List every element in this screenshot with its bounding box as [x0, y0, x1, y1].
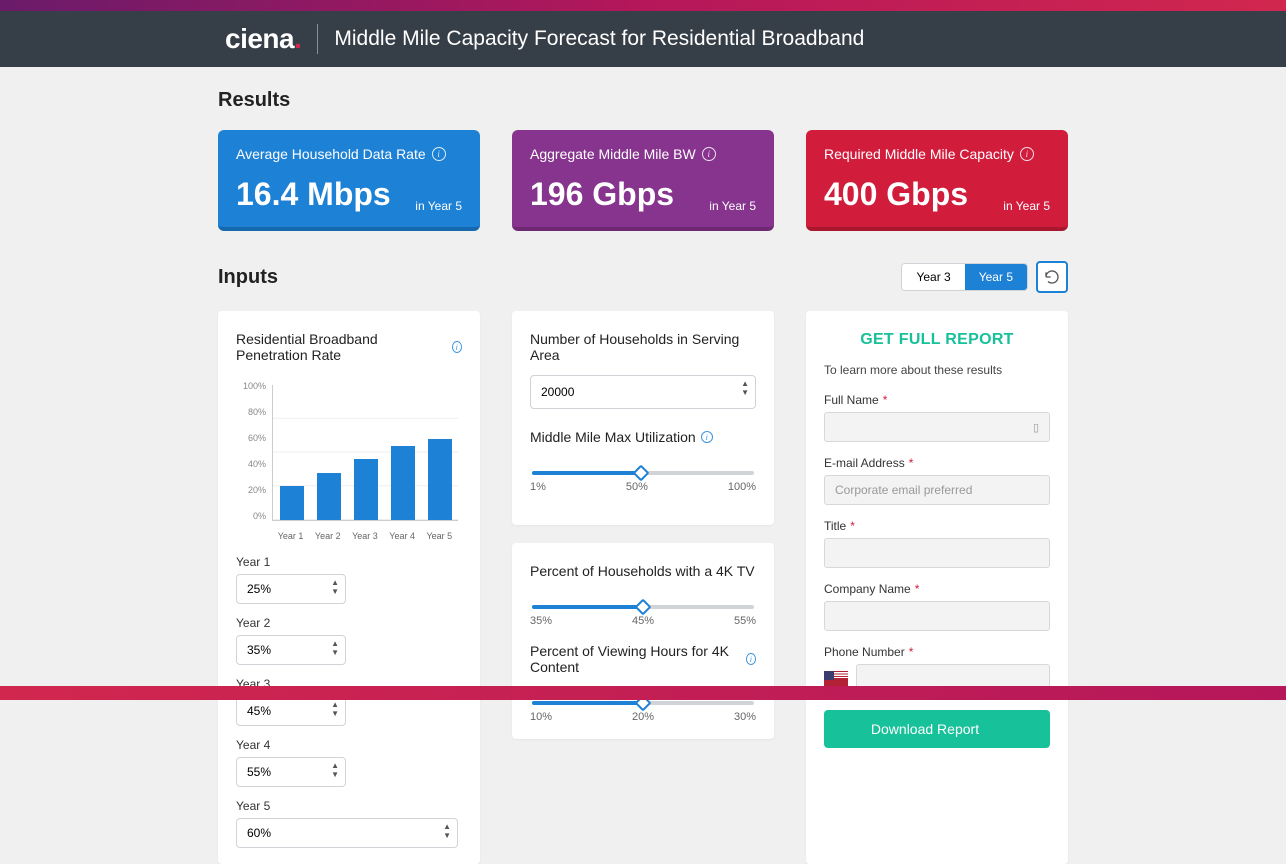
- email-label: E-mail Address: [824, 456, 905, 470]
- tv4k-title: Percent of Households with a 4K TV: [530, 563, 755, 579]
- chart-bar: [317, 473, 341, 520]
- results-heading: Results: [218, 89, 1068, 112]
- contact-icon: ▯: [1033, 421, 1039, 434]
- card-label: Average Household Data Rate: [236, 146, 426, 162]
- step-up-icon: ▲: [331, 578, 339, 587]
- chart-bar: [280, 486, 304, 520]
- fullname-label: Full Name: [824, 393, 879, 407]
- households-title: Number of Households in Serving Area: [530, 331, 756, 363]
- download-icon: [989, 722, 1003, 736]
- toggle-year5[interactable]: Year 5: [965, 264, 1027, 290]
- card-suffix: in Year 5: [709, 199, 756, 213]
- card-label: Required Middle Mile Capacity: [824, 146, 1014, 162]
- panel-report-form: GET FULL REPORT To learn more about thes…: [806, 311, 1068, 864]
- chart-x-axis: Year 1Year 2Year 3Year 4Year 5: [272, 531, 458, 541]
- us-flag-icon[interactable]: [824, 671, 848, 687]
- year5-stepper[interactable]: 60%▲▼: [236, 818, 458, 848]
- info-icon[interactable]: i: [701, 431, 713, 443]
- card-suffix: in Year 5: [1003, 199, 1050, 213]
- phone-label: Phone Number: [824, 645, 905, 659]
- app-header: ciena. Middle Mile Capacity Forecast for…: [0, 11, 1286, 67]
- step-down-icon: ▼: [331, 587, 339, 596]
- report-heading: GET FULL REPORT: [824, 331, 1050, 349]
- chart-y-axis: 100%80%60%40%20%0%: [236, 381, 270, 521]
- utilization-slider[interactable]: [532, 471, 754, 475]
- year1-label: Year 1: [236, 555, 346, 569]
- info-icon[interactable]: i: [702, 147, 716, 161]
- chart-bar: [428, 439, 452, 520]
- card-suffix: in Year 5: [415, 199, 462, 213]
- info-icon[interactable]: i: [432, 147, 446, 161]
- utilization-title: Middle Mile Max Utilization: [530, 429, 696, 445]
- step-up-icon: ▲: [741, 379, 749, 388]
- toggle-year3[interactable]: Year 3: [902, 264, 964, 290]
- report-subtitle: To learn more about these results: [824, 363, 1050, 377]
- brand-logo: ciena.: [225, 23, 301, 55]
- year4-stepper[interactable]: 55%▲▼: [236, 757, 346, 787]
- tv4k-slider[interactable]: [532, 605, 754, 609]
- download-report-button[interactable]: Download Report: [824, 710, 1050, 748]
- refresh-icon: [1044, 269, 1060, 285]
- year-toggle: Year 3 Year 5: [901, 263, 1028, 291]
- penetration-bar-chart: 100%80%60%40%20%0% Year 1Year 2Year 3Yea…: [236, 381, 462, 541]
- panel-title-text: Residential Broadband Penetration Rate: [236, 331, 447, 363]
- result-card-required-capacity: Required Middle Mile Capacityi 400 Gbps …: [806, 130, 1068, 231]
- info-icon[interactable]: i: [746, 653, 756, 665]
- year4-label: Year 4: [236, 738, 346, 752]
- result-card-aggregate-bw: Aggregate Middle Mile BWi 196 Gbps in Ye…: [512, 130, 774, 231]
- bottom-gradient-bar: [0, 686, 1286, 700]
- company-input[interactable]: [824, 601, 1050, 631]
- info-icon[interactable]: i: [1020, 147, 1034, 161]
- title-input[interactable]: [824, 538, 1050, 568]
- panel-penetration-rate: Residential Broadband Penetration Ratei …: [218, 311, 480, 864]
- fullname-input[interactable]: ▯: [824, 412, 1050, 442]
- top-gradient-bar: [0, 0, 1286, 11]
- year1-stepper[interactable]: 25%▲▼: [236, 574, 346, 604]
- page-title: Middle Mile Capacity Forecast for Reside…: [334, 27, 864, 51]
- title-label: Title: [824, 519, 846, 533]
- company-label: Company Name: [824, 582, 911, 596]
- inputs-heading: Inputs: [218, 266, 278, 289]
- viewing4k-title: Percent of Viewing Hours for 4K Content: [530, 643, 741, 675]
- results-cards-row: Average Household Data Ratei 16.4 Mbps i…: [218, 130, 1068, 231]
- header-divider: [317, 24, 318, 54]
- year3-stepper[interactable]: 45%▲▼: [236, 696, 346, 726]
- result-card-household-rate: Average Household Data Ratei 16.4 Mbps i…: [218, 130, 480, 231]
- email-input[interactable]: Corporate email preferred: [824, 475, 1050, 505]
- panel-4k-sliders: Percent of Households with a 4K TV 35%45…: [512, 543, 774, 739]
- panel-households-utilization: Number of Households in Serving Area 200…: [512, 311, 774, 525]
- step-down-icon: ▼: [741, 388, 749, 397]
- year2-stepper[interactable]: 35%▲▼: [236, 635, 346, 665]
- year2-label: Year 2: [236, 616, 346, 630]
- refresh-button[interactable]: [1036, 261, 1068, 293]
- chart-bar: [391, 446, 415, 520]
- viewing4k-slider[interactable]: [532, 701, 754, 705]
- info-icon[interactable]: i: [452, 341, 462, 353]
- chart-bar: [354, 459, 378, 520]
- card-label: Aggregate Middle Mile BW: [530, 146, 696, 162]
- year5-label: Year 5: [236, 799, 346, 813]
- households-input[interactable]: 20000▲▼: [530, 375, 756, 409]
